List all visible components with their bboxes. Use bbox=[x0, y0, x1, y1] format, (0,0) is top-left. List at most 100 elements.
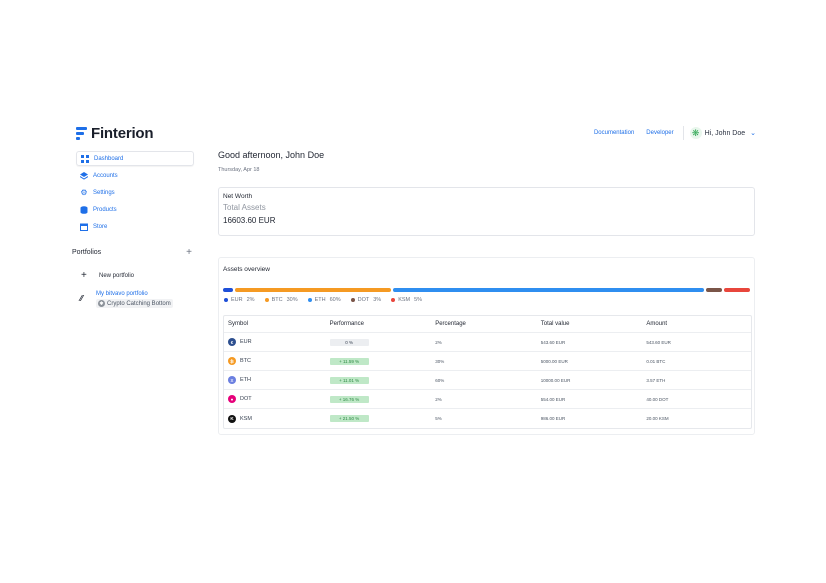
sidebar-item-settings[interactable]: ⚙ Settings bbox=[76, 185, 194, 200]
performance-badge: + 16.76 % bbox=[329, 395, 369, 403]
legend-label: DOT bbox=[357, 297, 370, 303]
brand-name: Finterion bbox=[91, 125, 154, 142]
brand-logo[interactable]: Finterion bbox=[76, 125, 154, 142]
percentage-cell: 30% bbox=[435, 358, 445, 364]
new-portfolio-label: New portfolio bbox=[99, 272, 135, 279]
layers-icon bbox=[80, 171, 88, 180]
grid-icon bbox=[81, 154, 89, 163]
networth-value: 16603.60 EUR bbox=[223, 216, 276, 225]
percentage-cell: 60% bbox=[435, 377, 445, 383]
coin-icon: ₿ bbox=[228, 357, 236, 365]
stack-icon bbox=[80, 205, 88, 214]
portfolio-item[interactable]: ⁄⁄ My bitvavo portfolio ✱ Crypto Catchin… bbox=[72, 291, 194, 308]
assets-table: Symbol Performance Percentage Total valu… bbox=[223, 315, 752, 429]
table-row[interactable]: Ξ ETH + 11.01 % 60% 10000.00 EUR 3.57 ETH bbox=[224, 371, 751, 390]
table-header: Symbol Performance Percentage Total valu… bbox=[224, 316, 751, 333]
store-icon bbox=[80, 223, 88, 231]
bot-icon: ✱ bbox=[98, 300, 105, 307]
add-portfolio-icon[interactable]: + bbox=[186, 247, 192, 258]
legend-label: BTC bbox=[271, 297, 283, 303]
documentation-link[interactable]: Documentation bbox=[594, 130, 634, 136]
legend-percentage: 2% bbox=[246, 297, 255, 303]
legend-percentage: 5% bbox=[414, 297, 423, 303]
column-header[interactable]: Performance bbox=[330, 321, 436, 327]
total-value-cell: 543.60 EUR bbox=[540, 339, 566, 345]
column-header[interactable]: Percentage bbox=[435, 321, 541, 327]
legend-percentage: 60% bbox=[329, 297, 341, 303]
symbol-label: BTC bbox=[240, 358, 251, 364]
table-row[interactable]: € EUR 0 % 2% 543.60 EUR 543.60 EUR bbox=[224, 333, 751, 352]
allocation-legend: EUR 2% BTC 30% ETH 60% DOT 3% KSM 5% bbox=[223, 297, 750, 303]
legend-dot-icon bbox=[350, 298, 355, 302]
legend-label: ETH bbox=[314, 297, 326, 303]
networth-title: Net Worth bbox=[223, 193, 253, 200]
total-value-cell: 5000.00 EUR bbox=[540, 358, 568, 364]
portfolios-title: Portfolios bbox=[72, 249, 102, 256]
legend-item: ETH 60% bbox=[307, 297, 341, 303]
legend-dot-icon bbox=[307, 298, 312, 302]
sidebar-item-accounts[interactable]: Accounts bbox=[76, 168, 194, 183]
percentage-cell: 2% bbox=[435, 339, 442, 345]
coin-icon: ● bbox=[228, 395, 236, 403]
symbol-cell: ● DOT bbox=[224, 395, 330, 403]
nav-divider bbox=[682, 126, 684, 140]
gear-icon: ⚙ bbox=[80, 187, 88, 197]
total-value-cell: 554.00 EUR bbox=[540, 396, 566, 402]
total-value-cell: 10000.00 EUR bbox=[540, 377, 571, 383]
performance-badge: + 11.59 % bbox=[329, 357, 369, 365]
portfolio-strategy-badge: ✱ Crypto Catching Bottom bbox=[96, 299, 173, 308]
column-header[interactable]: Symbol bbox=[224, 321, 330, 327]
allocation-segment bbox=[223, 288, 234, 292]
amount-cell: 20.00 KSM bbox=[646, 416, 669, 421]
plus-icon: + bbox=[81, 270, 87, 281]
performance-badge: + 21.50 % bbox=[329, 415, 369, 422]
percentage-cell: 5% bbox=[435, 416, 442, 421]
coin-icon: K bbox=[228, 414, 236, 423]
table-row[interactable]: ₿ BTC + 11.59 % 30% 5000.00 EUR 0.01 BTC bbox=[224, 352, 751, 371]
avatar: ❋ bbox=[689, 127, 702, 139]
table-row[interactable]: K KSM + 21.50 % 5% 986.00 EUR 20.00 KSM bbox=[224, 409, 751, 428]
performance-cell: + 11.59 % bbox=[329, 357, 436, 365]
performance-badge: + 11.01 % bbox=[329, 376, 369, 384]
allocation-segment bbox=[706, 288, 723, 292]
allocation-segment bbox=[393, 288, 705, 292]
symbol-label: DOT bbox=[240, 396, 252, 402]
symbol-label: EUR bbox=[240, 339, 252, 345]
column-header[interactable]: Total value bbox=[541, 321, 647, 327]
symbol-cell: ₿ BTC bbox=[224, 357, 330, 365]
sidebar-item-products[interactable]: Products bbox=[76, 202, 194, 217]
sidebar-item-label: Store bbox=[93, 223, 108, 230]
portfolios-section: Portfolios + + New portfolio ⁄⁄ My bitva… bbox=[72, 247, 194, 308]
performance-cell: + 21.50 % bbox=[329, 415, 436, 422]
legend-label: EUR bbox=[231, 297, 243, 303]
symbol-cell: K KSM bbox=[224, 414, 330, 423]
percentage-cell: 2% bbox=[435, 396, 442, 402]
sidebar-item-label: Products bbox=[93, 206, 117, 213]
coin-icon: € bbox=[228, 338, 236, 346]
portfolios-header: Portfolios + bbox=[72, 247, 194, 258]
sidebar-item-store[interactable]: Store bbox=[76, 219, 194, 234]
column-header[interactable]: Amount bbox=[646, 321, 751, 327]
bitvavo-icon: ⁄⁄ bbox=[80, 294, 83, 303]
new-portfolio-button[interactable]: + New portfolio bbox=[72, 270, 194, 281]
legend-dot-icon bbox=[264, 298, 269, 302]
networth-card: Net Worth Total Assets 16603.60 EUR bbox=[218, 187, 755, 236]
symbol-label: ETH bbox=[240, 377, 251, 383]
table-row[interactable]: ● DOT + 16.76 % 2% 554.00 EUR 40.00 DOT bbox=[224, 390, 751, 409]
allocation-segment bbox=[235, 288, 392, 292]
page-title: Good afternoon, John Doe bbox=[218, 150, 325, 160]
performance-badge: 0 % bbox=[329, 338, 369, 346]
assets-overview-title: Assets overview bbox=[223, 266, 270, 273]
legend-dot-icon bbox=[391, 298, 396, 302]
sidebar-item-dashboard[interactable]: Dashboard bbox=[76, 151, 194, 166]
developer-link[interactable]: Developer bbox=[646, 130, 673, 136]
performance-cell: + 11.01 % bbox=[329, 376, 436, 384]
sidebar-item-label: Dashboard bbox=[94, 155, 124, 162]
assets-overview-card: Assets overview EUR 2% BTC 30% ETH 60% DOT 3% KS… bbox=[218, 257, 755, 435]
performance-cell: + 16.76 % bbox=[329, 395, 436, 403]
user-menu[interactable]: ❋ Hi, John Doe ⌄ bbox=[689, 127, 756, 139]
symbol-cell: € EUR bbox=[224, 338, 330, 346]
symbol-label: KSM bbox=[240, 415, 252, 422]
amount-cell: 543.60 EUR bbox=[646, 339, 671, 345]
allocation-bar bbox=[223, 288, 750, 292]
